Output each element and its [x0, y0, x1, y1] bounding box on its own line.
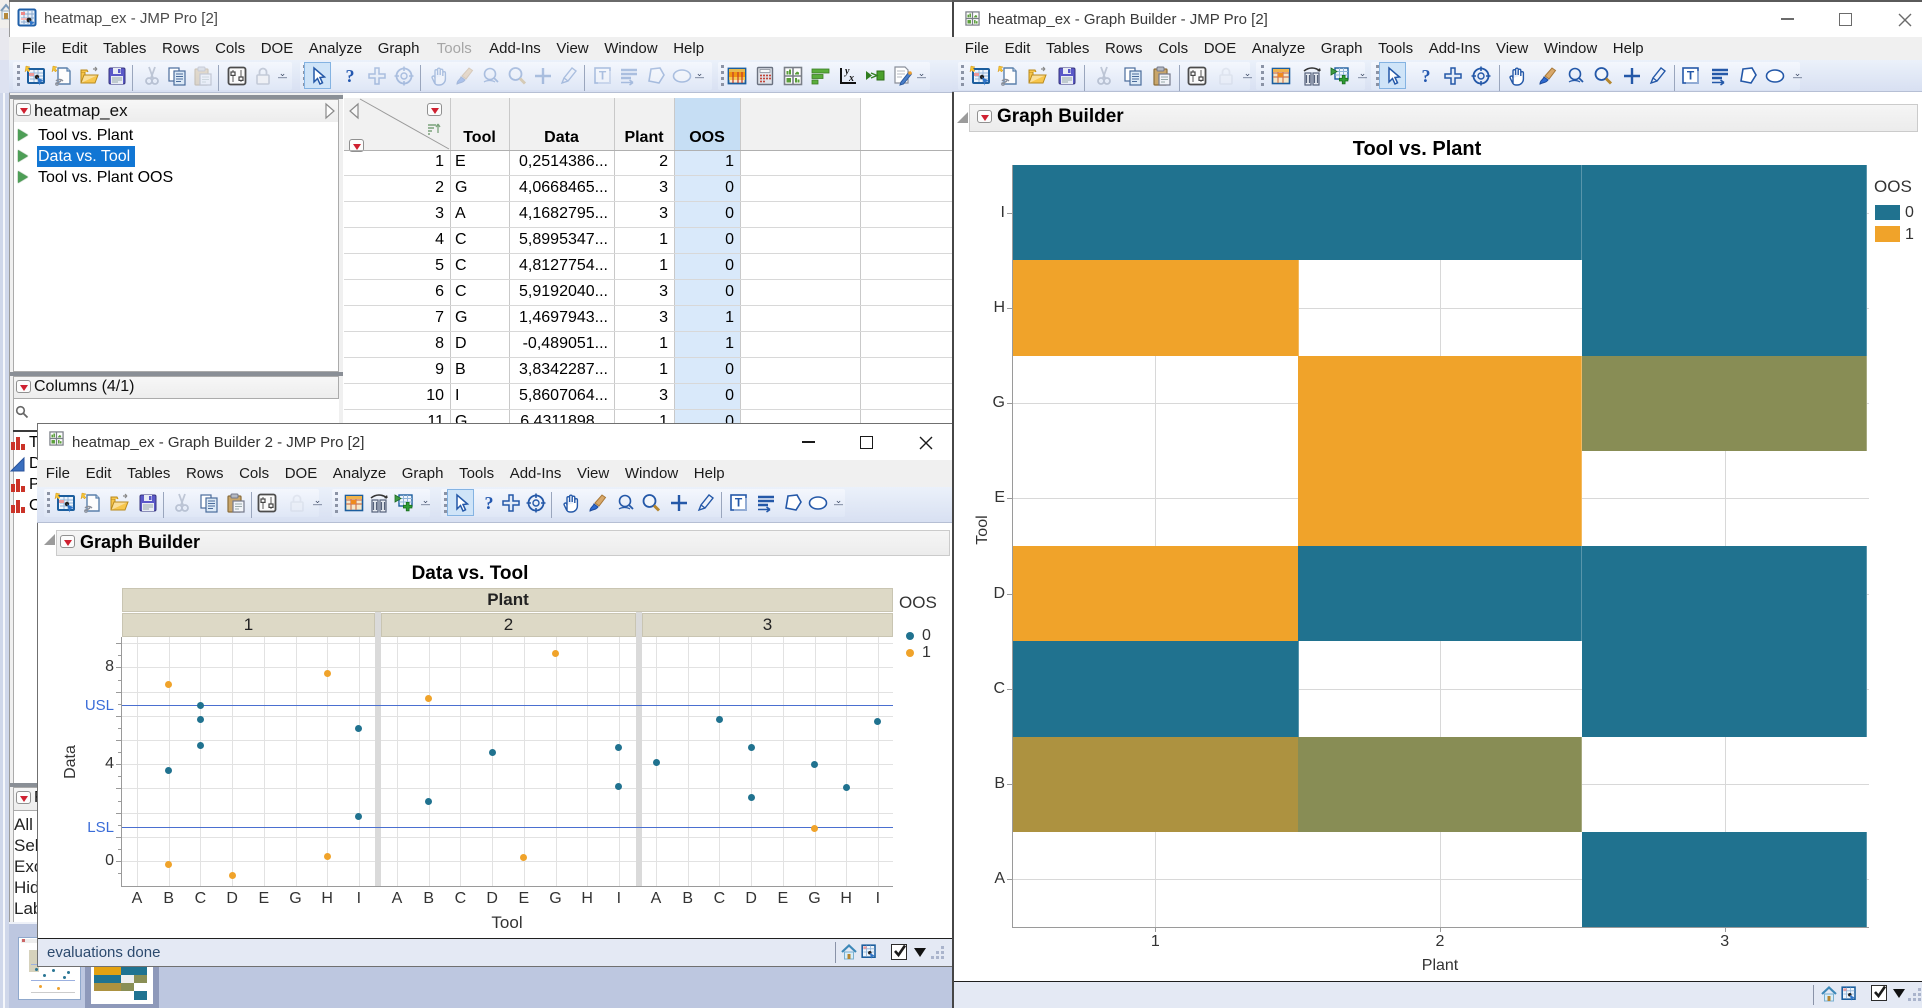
svg-text:x: x: [848, 73, 854, 84]
svg-text:?: ?: [485, 493, 494, 513]
svg-text:T: T: [735, 496, 743, 510]
svg-text:?: ?: [1422, 66, 1431, 86]
svg-text:T: T: [1687, 69, 1695, 83]
svg-text:T: T: [599, 69, 607, 83]
svg-text:?: ?: [346, 66, 355, 86]
